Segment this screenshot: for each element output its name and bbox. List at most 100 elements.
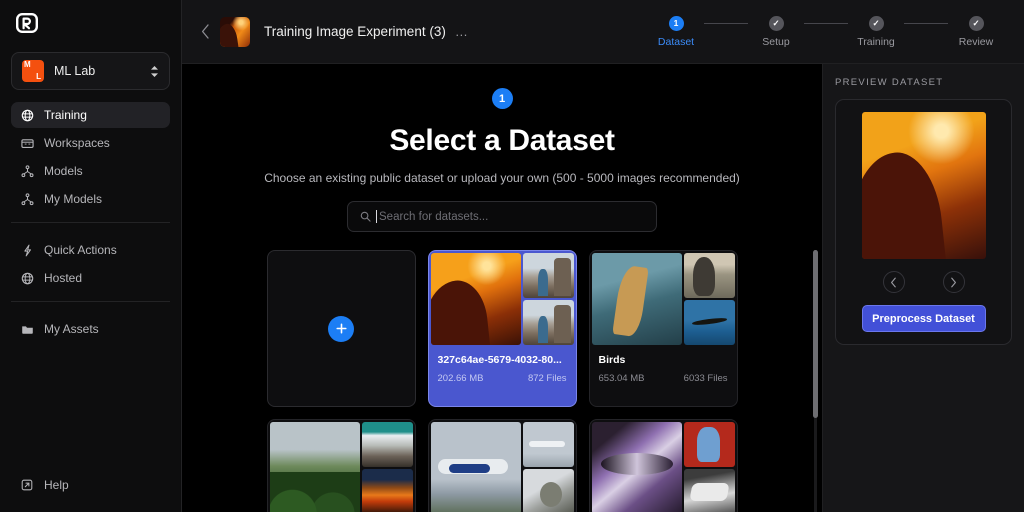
step-label: Training bbox=[857, 35, 895, 48]
sidebar-item-hosted[interactable]: Hosted bbox=[11, 265, 170, 291]
mosaic-tile bbox=[683, 422, 735, 467]
mosaic-column bbox=[361, 422, 413, 512]
search-input[interactable]: Search for datasets... bbox=[347, 201, 657, 232]
step-marker: 1 bbox=[668, 15, 684, 31]
mosaic-tile bbox=[591, 253, 682, 345]
dataset-name: 327c64ae-5679-4032-80... bbox=[437, 354, 562, 366]
lightning-icon bbox=[20, 243, 34, 257]
step-connector bbox=[804, 22, 848, 24]
mosaic-tile bbox=[361, 422, 413, 467]
mosaic-tile bbox=[683, 300, 735, 345]
step-marker: ✓ bbox=[768, 15, 784, 31]
chevron-updown-icon bbox=[150, 65, 159, 78]
sidebar-item-help[interactable]: Help bbox=[11, 472, 170, 498]
sidebar: M L ML Lab Training Workspaces Models My… bbox=[0, 0, 182, 512]
node-tree-icon bbox=[20, 164, 34, 178]
step-label: Setup bbox=[762, 35, 790, 48]
globe-grid-icon bbox=[20, 271, 34, 285]
workspace-avatar: M L bbox=[22, 60, 44, 82]
mosaic-column bbox=[522, 422, 574, 512]
preview-next-button[interactable] bbox=[942, 271, 965, 293]
sidebar-item-models[interactable]: Models bbox=[11, 158, 170, 184]
topbar: Training Image Experiment (3) … 1 Datase… bbox=[182, 0, 1024, 64]
workspace-avatar-top: M bbox=[24, 60, 31, 69]
dataset-file-count: 6033 Files bbox=[683, 373, 728, 384]
sidebar-item-label: Models bbox=[44, 164, 83, 178]
dataset-card[interactable]: Birds 653.04 MB 6033 Files bbox=[588, 250, 738, 407]
preview-nav bbox=[882, 271, 965, 293]
preview-panel-title: PREVIEW DATASET bbox=[835, 77, 944, 88]
dataset-size: 202.66 MB bbox=[437, 373, 484, 384]
runway-logo-icon[interactable] bbox=[16, 13, 38, 33]
chevron-left-icon[interactable] bbox=[196, 23, 214, 41]
preview-panel: PREVIEW DATASET Preprocess Dataset bbox=[822, 64, 1024, 512]
project-thumbnail bbox=[220, 16, 250, 47]
mosaic-tile bbox=[269, 422, 360, 512]
mosaic-tile bbox=[430, 253, 521, 345]
wizard-stepper: 1 Dataset ✓ Setup ✓ Training ✓ Review bbox=[648, 15, 1010, 48]
hero: 1 Select a Dataset Choose an existing pu… bbox=[182, 64, 822, 232]
mosaic-tile bbox=[591, 422, 682, 512]
step-training[interactable]: ✓ Training bbox=[848, 15, 904, 48]
dataset-thumbnail-mosaic bbox=[590, 251, 737, 347]
dataset-name: Birds bbox=[598, 354, 626, 366]
sidebar-item-label: Workspaces bbox=[44, 136, 110, 150]
dataset-grid: 327c64ae-5679-4032-80... 202.66 MB 872 F… bbox=[182, 250, 822, 512]
step-label: Dataset bbox=[657, 35, 695, 48]
dataset-card[interactable]: 327c64ae-5679-4032-80... 202.66 MB 872 F… bbox=[427, 250, 577, 407]
mosaic-tile bbox=[683, 253, 735, 298]
dataset-grid-scroll[interactable]: 327c64ae-5679-4032-80... 202.66 MB 872 F… bbox=[182, 250, 822, 512]
dataset-card[interactable] bbox=[588, 419, 738, 512]
step-dataset[interactable]: 1 Dataset bbox=[648, 15, 704, 48]
dataset-stats: 653.04 MB 6033 Files bbox=[599, 373, 728, 384]
preprocess-dataset-button[interactable]: Preprocess Dataset bbox=[861, 305, 986, 332]
mosaic-tile bbox=[522, 469, 574, 512]
sidebar-item-training[interactable]: Training bbox=[11, 102, 170, 128]
hero-subtitle: Choose an existing public dataset or upl… bbox=[264, 171, 740, 185]
main-area: Training Image Experiment (3) … 1 Datase… bbox=[182, 0, 1024, 512]
sidebar-divider-1 bbox=[11, 222, 170, 223]
step-setup[interactable]: ✓ Setup bbox=[748, 15, 804, 48]
step-connector bbox=[704, 22, 748, 24]
globe-icon bbox=[20, 108, 34, 122]
sidebar-nav-assets: My Assets bbox=[0, 310, 181, 344]
more-options-icon[interactable]: … bbox=[455, 24, 469, 39]
preview-card: Preprocess Dataset bbox=[835, 99, 1012, 345]
step-review[interactable]: ✓ Review bbox=[948, 15, 1004, 48]
app-root: M L ML Lab Training Workspaces Models My… bbox=[0, 0, 1024, 512]
dataset-card[interactable] bbox=[427, 419, 577, 512]
mosaic-column bbox=[683, 253, 735, 345]
plus-icon[interactable] bbox=[328, 315, 354, 342]
dataset-card[interactable] bbox=[266, 419, 416, 512]
scrollbar-thumb[interactable] bbox=[813, 250, 818, 418]
sidebar-item-workspaces[interactable]: Workspaces bbox=[11, 130, 170, 156]
dataset-stats: 202.66 MB 872 Files bbox=[438, 373, 567, 384]
body-area: 1 Select a Dataset Choose an existing pu… bbox=[182, 64, 1024, 512]
dataset-thumbnail-mosaic bbox=[590, 420, 737, 512]
sidebar-item-my-models[interactable]: My Models bbox=[11, 186, 170, 212]
dataset-selection-panel: 1 Select a Dataset Choose an existing pu… bbox=[182, 64, 822, 512]
workspace-switcher[interactable]: M L ML Lab bbox=[11, 52, 170, 90]
node-tree-icon bbox=[20, 192, 34, 206]
folder-icon bbox=[20, 322, 34, 336]
sidebar-item-my-assets[interactable]: My Assets bbox=[11, 316, 170, 342]
page-title: Training Image Experiment (3) bbox=[264, 24, 446, 39]
mosaic-column bbox=[522, 253, 574, 345]
sidebar-help-row: Help bbox=[0, 472, 181, 512]
logo-row bbox=[0, 0, 181, 46]
mosaic-tile bbox=[361, 469, 413, 512]
preview-prev-button[interactable] bbox=[882, 271, 905, 293]
sidebar-item-label: Help bbox=[44, 478, 69, 492]
dataset-thumbnail-mosaic bbox=[268, 420, 415, 512]
sidebar-item-label: Quick Actions bbox=[44, 243, 117, 257]
dataset-thumbnail-mosaic bbox=[429, 420, 576, 512]
sidebar-item-quick-actions[interactable]: Quick Actions bbox=[11, 237, 170, 263]
external-link-icon bbox=[20, 478, 34, 492]
mosaic-tile bbox=[522, 253, 574, 298]
sidebar-item-label: My Models bbox=[44, 192, 103, 206]
dataset-card-meta: 327c64ae-5679-4032-80... 202.66 MB 872 F… bbox=[429, 347, 576, 393]
upload-dataset-card[interactable] bbox=[266, 250, 416, 407]
mosaic-tile bbox=[430, 422, 521, 512]
search-icon bbox=[360, 211, 371, 222]
